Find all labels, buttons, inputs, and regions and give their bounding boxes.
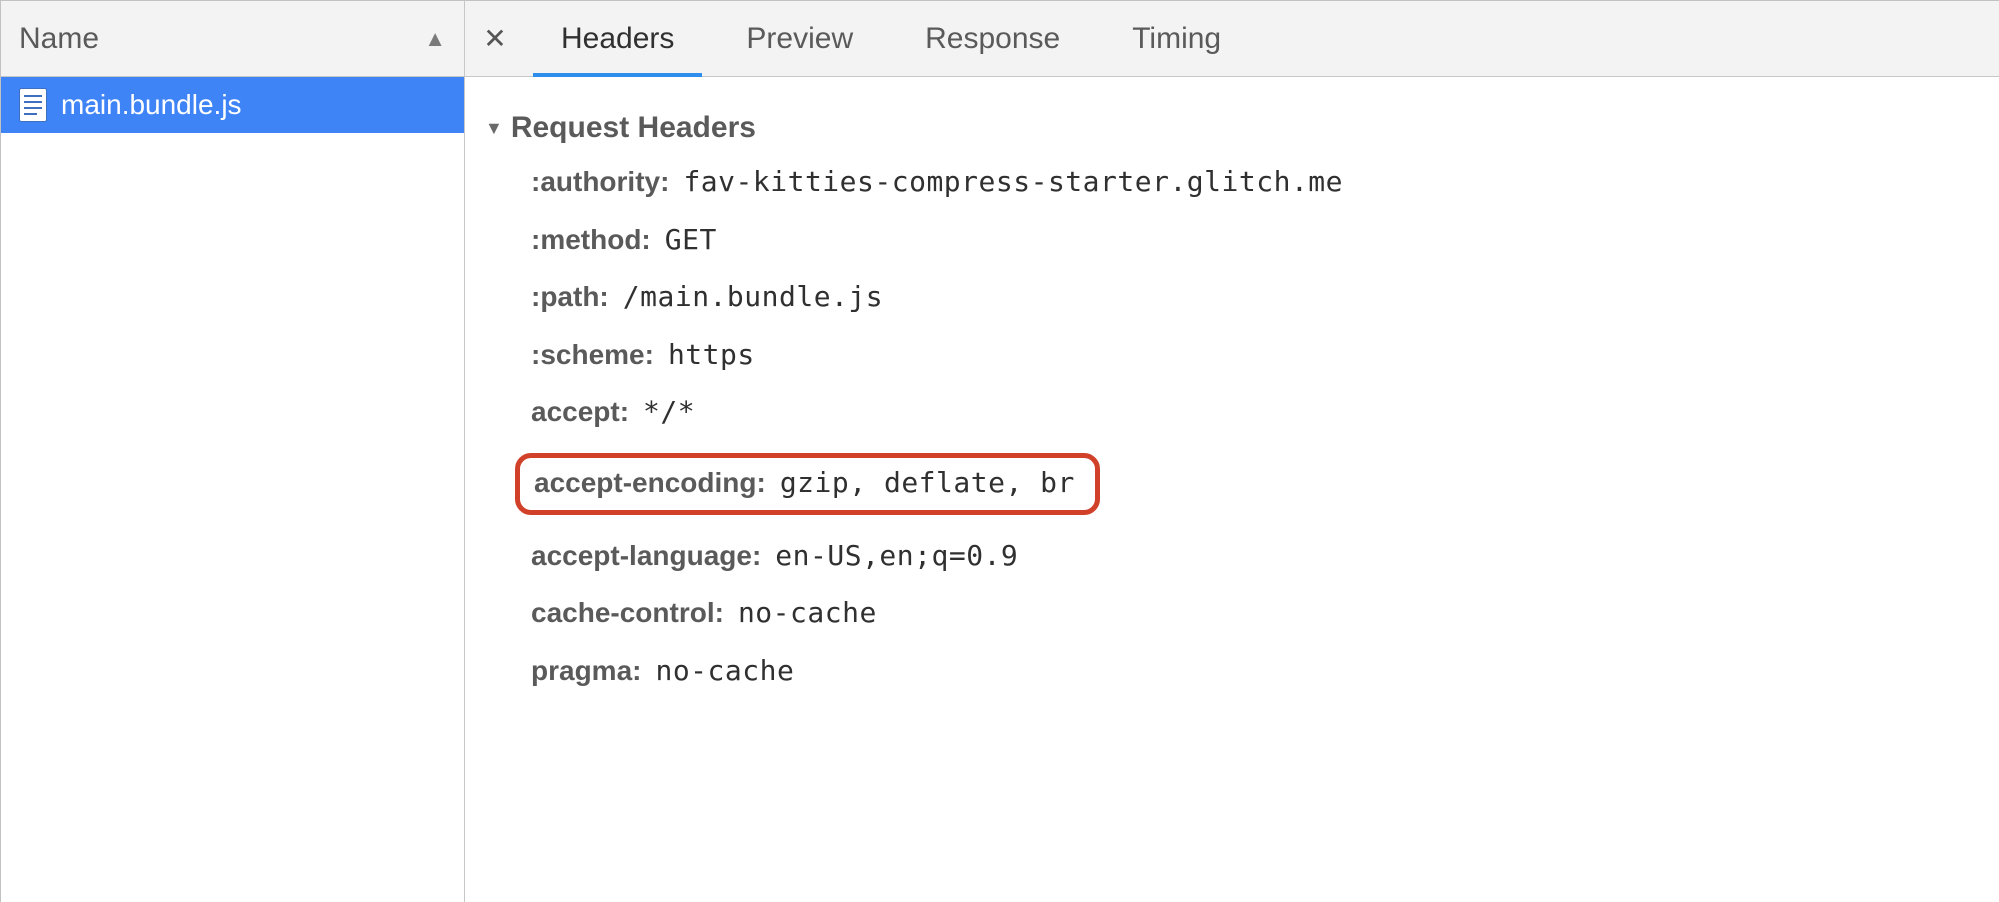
tab-response[interactable]: Response <box>889 1 1096 76</box>
header-row: :authority: fav-kitties-compress-starter… <box>531 165 1979 199</box>
tab-label: Preview <box>746 22 853 56</box>
header-value: GET <box>665 223 717 257</box>
tab-headers[interactable]: Headers <box>525 1 710 76</box>
header-value: */* <box>643 395 695 429</box>
request-list: main.bundle.js <box>1 77 464 902</box>
header-row: :method: GET <box>531 223 1979 257</box>
header-key: accept-encoding: <box>534 466 766 500</box>
headers-tab-content: ▼ Request Headers :authority: fav-kittie… <box>465 77 1999 902</box>
header-value: no-cache <box>738 596 877 630</box>
header-key: accept: <box>531 395 629 429</box>
header-key: :scheme: <box>531 338 654 372</box>
tab-timing[interactable]: Timing <box>1096 1 1257 76</box>
sort-ascending-icon: ▲ <box>424 26 446 52</box>
file-icon <box>19 88 47 122</box>
tab-label: Headers <box>561 22 674 56</box>
details-tabs: ✕ Headers Preview Response Timing <box>465 1 1999 77</box>
tab-preview[interactable]: Preview <box>710 1 889 76</box>
header-value: fav-kitties-compress-starter.glitch.me <box>683 165 1343 199</box>
tab-label: Timing <box>1132 22 1221 56</box>
disclosure-triangle-icon: ▼ <box>485 118 503 139</box>
header-value: no-cache <box>655 654 794 688</box>
header-row: pragma: no-cache <box>531 654 1979 688</box>
header-row: cache-control: no-cache <box>531 596 1979 630</box>
header-value: en-US,en;q=0.9 <box>775 539 1018 573</box>
tab-label: Response <box>925 22 1060 56</box>
header-key: :method: <box>531 223 651 257</box>
column-name-header: Name <box>19 22 99 56</box>
request-headers-section-toggle[interactable]: ▼ Request Headers <box>485 111 1979 145</box>
close-details-button[interactable]: ✕ <box>465 1 525 76</box>
header-row: accept: */* <box>531 395 1979 429</box>
request-list-panel: Name ▲ main.bundle.js <box>1 1 465 902</box>
header-value: gzip, deflate, br <box>780 466 1075 500</box>
request-row-selected[interactable]: main.bundle.js <box>1 77 464 133</box>
header-value: https <box>668 338 755 372</box>
header-key: accept-language: <box>531 539 761 573</box>
header-row: accept-language: en-US,en;q=0.9 <box>531 539 1979 573</box>
request-list-header[interactable]: Name ▲ <box>1 1 464 77</box>
header-key: :path: <box>531 280 609 314</box>
header-key: pragma: <box>531 654 641 688</box>
close-icon: ✕ <box>483 22 506 55</box>
devtools-network-panel: Name ▲ main.bundle.js ✕ <box>0 0 1999 902</box>
header-key: cache-control: <box>531 596 724 630</box>
header-row: :path: /main.bundle.js <box>531 280 1979 314</box>
highlight-annotation: accept-encoding: gzip, deflate, br <box>515 453 1100 515</box>
header-key: :authority: <box>531 165 669 199</box>
header-value: /main.bundle.js <box>623 280 883 314</box>
header-row-highlighted: accept-encoding: gzip, deflate, br <box>531 453 1979 515</box>
request-headers-list: :authority: fav-kitties-compress-starter… <box>485 165 1979 687</box>
details-panel: ✕ Headers Preview Response Timing ▼ Requ… <box>465 1 1999 902</box>
header-row: :scheme: https <box>531 338 1979 372</box>
request-file-name: main.bundle.js <box>61 89 242 121</box>
section-title: Request Headers <box>511 111 756 145</box>
